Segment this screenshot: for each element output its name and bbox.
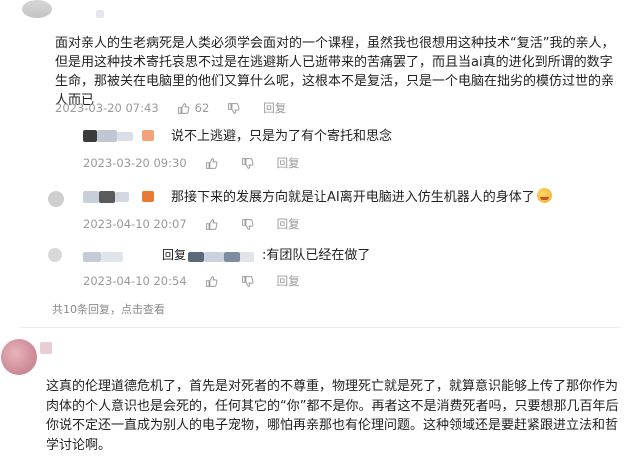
thumbs-down-icon [241, 275, 254, 287]
reply-meta: 2023-03-20 09:30 回复 [83, 155, 318, 171]
thumbs-down-icon [241, 157, 254, 169]
reply-avatar[interactable] [48, 248, 62, 262]
dislike-button[interactable] [241, 275, 259, 288]
grinning-emoji-icon [536, 188, 552, 203]
dislike-button[interactable] [241, 157, 259, 170]
comment-date: 2023-03-20 07:43 [55, 101, 159, 115]
thumbs-up-icon [205, 157, 218, 169]
like-button[interactable] [205, 218, 223, 231]
reply-button[interactable]: 回复 [277, 216, 300, 232]
reply-text: 说不上逃避，只是为了有个寄托和思念 [171, 129, 393, 144]
avatar[interactable] [22, 0, 52, 18]
view-more-link[interactable]: 点击查看 [121, 303, 165, 316]
reply-username-blurred[interactable] [83, 191, 135, 203]
reply-date: 2023-04-10 20:07 [83, 217, 187, 231]
reply-username-blurred[interactable] [83, 130, 135, 142]
reply-count: 共10条回复， [52, 303, 121, 316]
dislike-button[interactable] [241, 218, 259, 231]
like-button[interactable] [205, 157, 223, 170]
thumbs-up-icon [205, 275, 218, 287]
reply-button[interactable]: 回复 [277, 273, 300, 289]
comment-text: 这真的伦理道德危机了，首先是对死者的不尊重，物理死亡就是死了，就算意识能够上传了… [46, 379, 619, 453]
reply-badge [142, 191, 154, 202]
reply-button[interactable]: 回复 [277, 155, 300, 171]
thumbs-down-icon [228, 102, 240, 114]
reply-to-username-blurred[interactable] [188, 252, 260, 264]
reply-username-blurred[interactable] [83, 252, 143, 264]
reply-badge [142, 130, 154, 141]
reply-date: 2023-03-20 09:30 [83, 156, 187, 170]
reply-text: :有团队已经在做了 [262, 248, 371, 263]
like-button[interactable] [205, 275, 223, 288]
reply-prefix: 回复 [162, 248, 187, 262]
thumbs-down-icon [241, 218, 254, 230]
reply-button[interactable]: 回复 [263, 100, 286, 116]
username-blurred[interactable] [96, 10, 104, 18]
comment-meta: 2023-03-20 07:43 62 回复 [55, 100, 304, 116]
avatar[interactable] [1, 339, 37, 375]
like-button[interactable]: 62 [177, 101, 210, 115]
thumbs-up-icon [177, 102, 190, 114]
username-blurred[interactable] [40, 342, 52, 354]
dislike-button[interactable] [227, 102, 245, 115]
divider [20, 327, 620, 328]
reply-meta: 2023-04-10 20:54 回复 [83, 273, 318, 289]
like-count: 62 [194, 101, 210, 115]
reply-avatar[interactable] [48, 191, 64, 207]
thumbs-up-icon [205, 218, 218, 230]
more-replies-link[interactable]: 共10条回复，点击查看 [52, 301, 165, 317]
reply-text: 那接下来的发展方向就是让AI离开电脑进入仿生机器人的身体了 [171, 188, 552, 207]
reply-meta: 2023-04-10 20:07 回复 [83, 216, 318, 232]
comment-text: 面对亲人的生老病死是人类必须学会面对的一个课程，虽然我也很想用这种技术“复活”我… [55, 36, 615, 108]
reply-date: 2023-04-10 20:54 [83, 274, 187, 288]
